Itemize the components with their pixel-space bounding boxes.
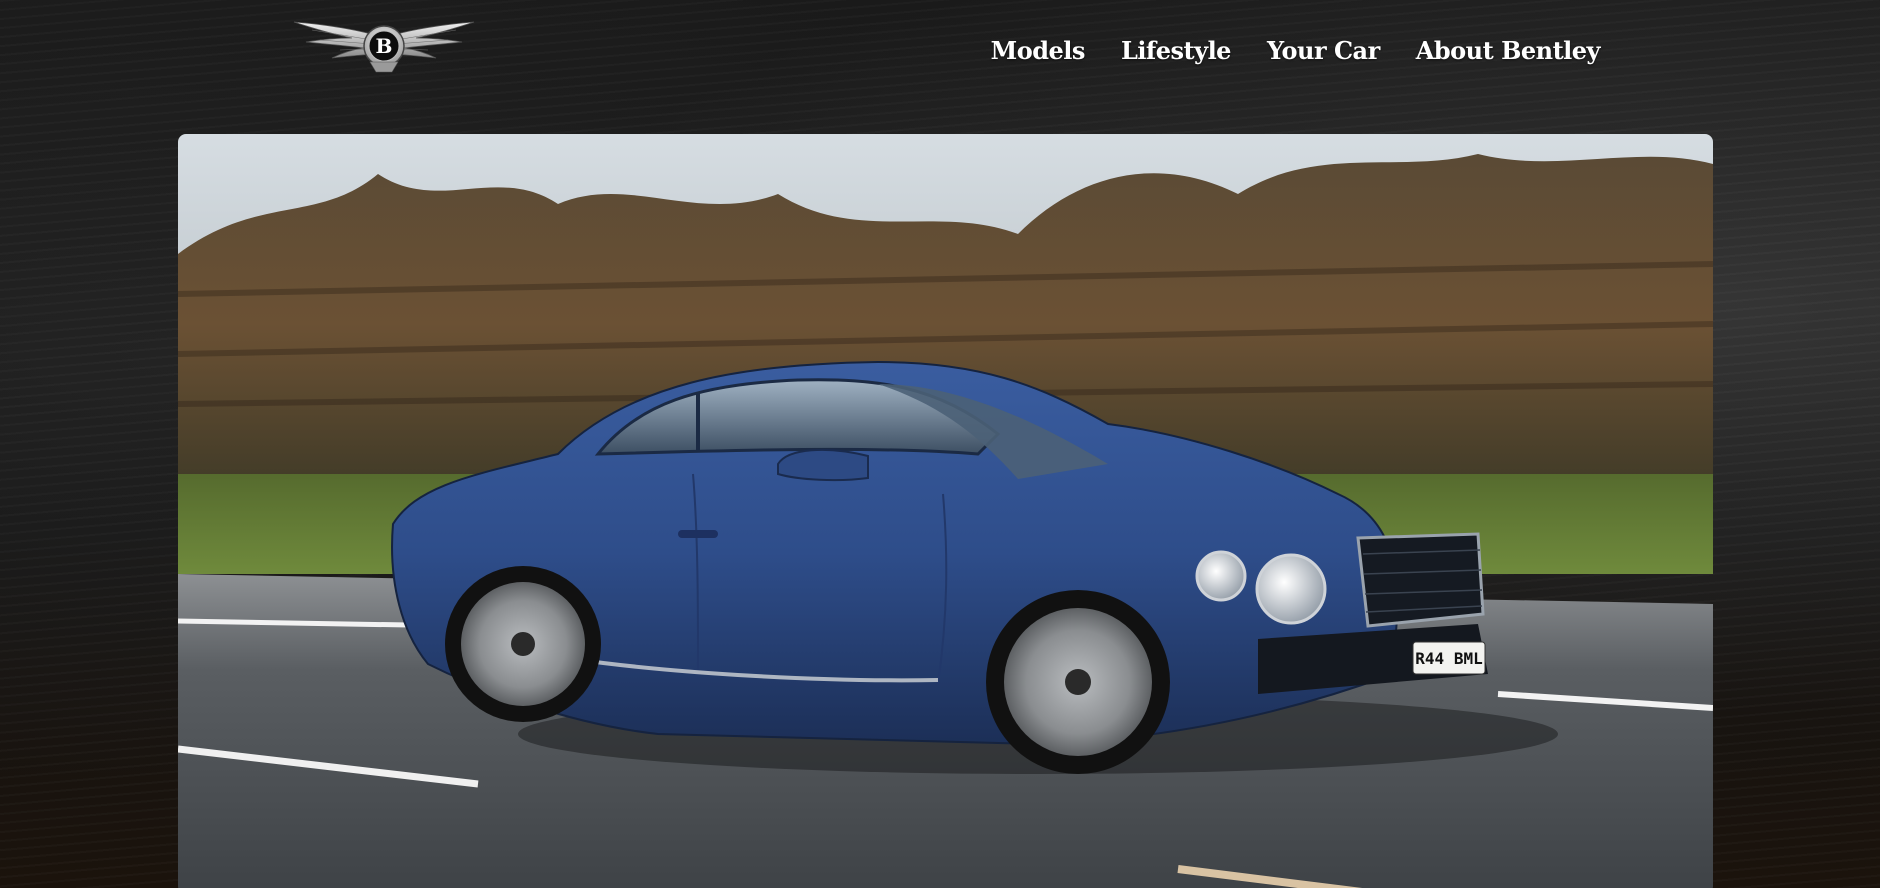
nav-item-models: Models [991, 36, 1086, 65]
bentley-logo-link[interactable]: B [292, 16, 476, 76]
nav-link-models[interactable]: Models [991, 36, 1086, 65]
nav-link-your-car[interactable]: Your Car [1267, 36, 1380, 65]
bentley-logo-icon: B [293, 21, 475, 73]
nav-link-about-bentley[interactable]: About Bentley [1416, 36, 1601, 65]
hero-image: R44 BML [178, 134, 1713, 888]
license-plate-text: R44 BML [1415, 649, 1482, 668]
nav-item-lifestyle: Lifestyle [1121, 36, 1232, 65]
nav-link-lifestyle[interactable]: Lifestyle [1121, 36, 1232, 65]
nav-item-your-car: Your Car [1267, 36, 1380, 65]
logo-letter: B [376, 34, 393, 58]
nav-item-about-bentley: About Bentley [1416, 36, 1601, 65]
nav-list: Models Lifestyle Your Car About Bentley [991, 36, 1601, 65]
site-header: B Models Lifestyle Your Car About Bentle… [0, 0, 1880, 110]
page: B Models Lifestyle Your Car About Bentle… [0, 0, 1880, 888]
bentley-coupe-photo-icon: R44 BML [178, 134, 1713, 888]
